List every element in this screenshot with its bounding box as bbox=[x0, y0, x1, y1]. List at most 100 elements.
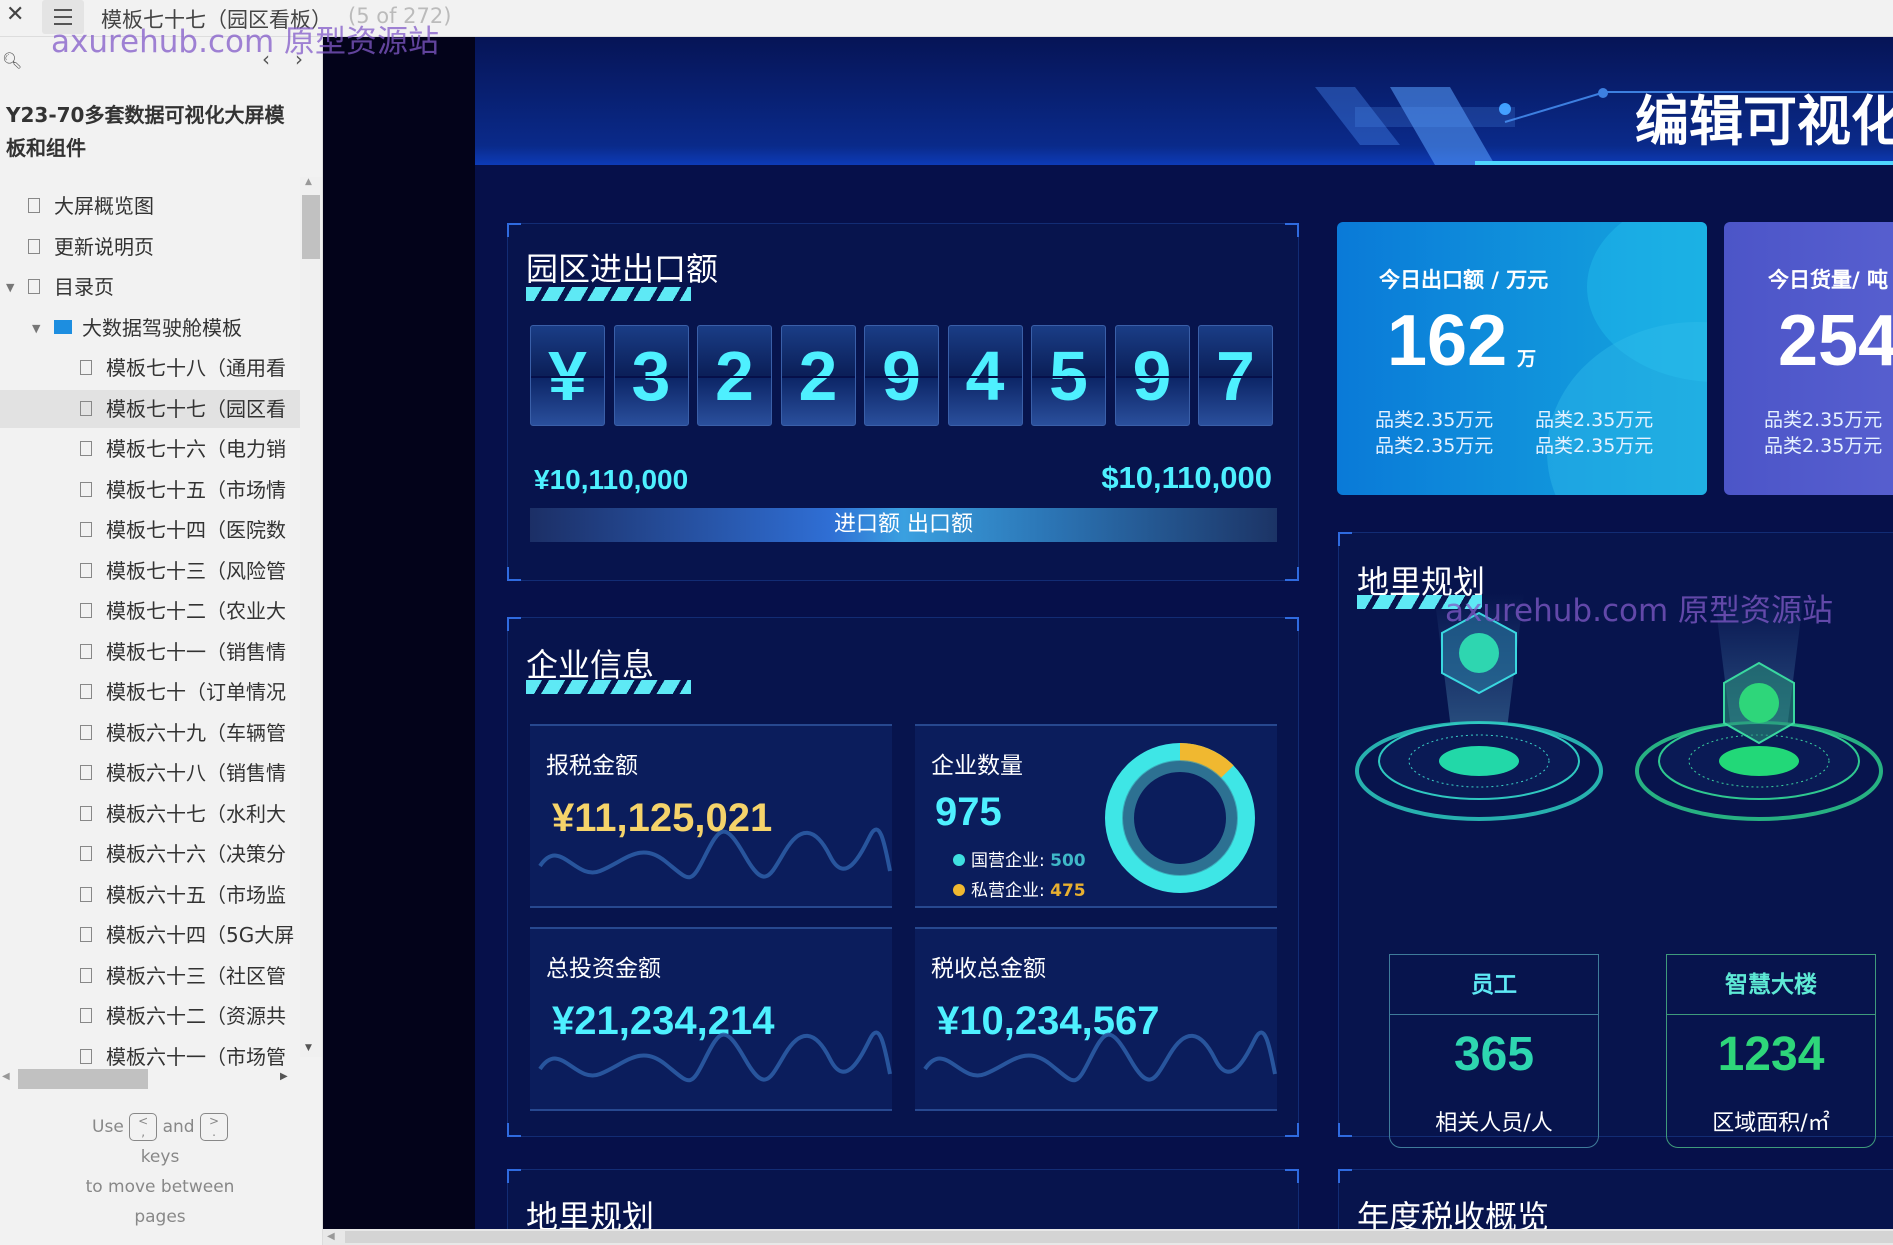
page-icon bbox=[28, 198, 40, 213]
tree-item[interactable]: 模板七十五（市场情 bbox=[0, 471, 300, 509]
help-text: to move between bbox=[85, 1177, 235, 1197]
tree-item[interactable]: 模板七十六（电力销 bbox=[0, 430, 300, 468]
tree-item[interactable]: ▼ 大数据驾驶舱模板 bbox=[0, 309, 300, 347]
tree-item[interactable]: 模板六十三（社区管 bbox=[0, 957, 300, 995]
staff-info-box: 员工 365 相关人员/人 bbox=[1389, 954, 1599, 1148]
legend-label: 国营企业: bbox=[971, 851, 1045, 871]
tree-item-label: 模板七十五（市场情 bbox=[106, 477, 286, 502]
tree-item[interactable]: 模板七十二（农业大 bbox=[0, 592, 300, 630]
title-stripe bbox=[526, 287, 691, 301]
page-icon bbox=[80, 967, 92, 983]
page-icon bbox=[80, 522, 92, 537]
sparkline bbox=[923, 1030, 1277, 1083]
page-icon bbox=[80, 441, 92, 456]
tree-item-label: 模板七十（订单情况 bbox=[106, 680, 286, 704]
card-item: 品类2.35万元 bbox=[1764, 409, 1883, 431]
search-icon[interactable]: 🔍︎ bbox=[2, 51, 22, 70]
panel-title: 园区进出口额 bbox=[526, 250, 719, 288]
page-icon bbox=[80, 360, 92, 375]
tree-item[interactable]: 模板六十四（5G大屏 bbox=[0, 916, 300, 954]
dashboard: 编辑可视化 园区进出口额 ¥3 2 2 9 4 5 9 7 ¥10,110,000 $10,1… bbox=[475, 37, 1893, 1229]
page-icon bbox=[28, 238, 40, 254]
tree-item[interactable]: 模板七十三（风险管 bbox=[0, 552, 300, 590]
export-today-card: 今日出口额 / 万元 162 万 品类2.35万元 品类2.35万元 品类2.35… bbox=[1337, 222, 1707, 495]
tree-item-label: 模板七十四（医院数 bbox=[106, 518, 286, 542]
geo-planning-panel-bottom: 地里规划 bbox=[507, 1169, 1299, 1229]
tree-item-label: 更新说明页 bbox=[54, 234, 154, 259]
scroll-right-arrow-icon[interactable]: ▶ bbox=[280, 1071, 288, 1082]
tree-item[interactable]: 模板六十二（资源共 bbox=[0, 997, 300, 1035]
vertical-scrollbar[interactable]: ▲ ▼ bbox=[300, 177, 322, 1057]
investment-label: 总投资金额 bbox=[546, 956, 661, 982]
title-stripe bbox=[526, 680, 691, 694]
tree-item[interactable]: 模板六十七（水利大 bbox=[0, 795, 300, 833]
next-key-icon: > . bbox=[199, 1113, 228, 1141]
tree-item[interactable]: 更新说明页 bbox=[0, 228, 300, 266]
legend-item: 私营企业: 475 bbox=[953, 876, 1086, 906]
tree-item[interactable]: 模板七十一（销售情 bbox=[0, 633, 300, 671]
scroll-up-arrow-icon[interactable]: ▲ bbox=[305, 177, 312, 187]
enterprise-count-card: 企业数量 975 国营企业: 500 私营企业: 475 bbox=[915, 724, 1277, 908]
count-value: 975 bbox=[935, 790, 1002, 834]
legend-label: 私营企业: bbox=[971, 881, 1045, 901]
count-label: 企业数量 bbox=[931, 753, 1023, 779]
page-icon bbox=[80, 886, 92, 902]
import-label: 进口额 bbox=[833, 512, 900, 537]
page-icon bbox=[80, 400, 92, 416]
horizontal-scrollbar[interactable]: ◀ ▶ bbox=[0, 1067, 323, 1089]
project-title: Y23-70多套数据可视化大屏模板和组件 bbox=[6, 103, 285, 160]
digit-box: 9 bbox=[864, 325, 939, 426]
pedestal-graphics bbox=[1355, 593, 1883, 821]
info-desc: 相关人员/人 bbox=[1435, 1111, 1553, 1136]
expand-arrow-icon[interactable]: ▼ bbox=[32, 310, 40, 347]
tree-item-label: 模板六十九（车辆管 bbox=[106, 720, 286, 745]
scroll-down-arrow-icon[interactable]: ▼ bbox=[305, 1043, 312, 1053]
page-icon bbox=[80, 765, 92, 780]
close-button[interactable]: ✕ bbox=[6, 2, 24, 27]
digit-box: 2 bbox=[780, 325, 856, 426]
scrollbar-thumb[interactable] bbox=[345, 1231, 1893, 1243]
tree-item-label: 模板七十七（园区看 bbox=[106, 396, 286, 421]
canvas-horizontal-scrollbar[interactable]: ◀ bbox=[323, 1229, 1893, 1245]
tree-item-label: 模板六十三（社区管 bbox=[106, 963, 286, 988]
digit-box: ¥ bbox=[530, 325, 605, 426]
tree-item[interactable]: 大屏概览图 bbox=[0, 187, 300, 225]
tree-item[interactable]: ▼ 目录页 bbox=[0, 268, 300, 306]
tree-item[interactable]: 模板六十九（车辆管 bbox=[0, 714, 300, 752]
sparkline bbox=[538, 1030, 892, 1083]
tree-item[interactable]: 模板七十七（园区看 bbox=[0, 389, 300, 428]
sidebar: 🔍︎ ‹ › Y23-70多套数据可视化大屏模板和组件 大屏概览图 更新说明页 ▼ 目… bbox=[0, 37, 323, 1245]
page-icon bbox=[80, 684, 92, 699]
legend-value: 475 bbox=[1050, 881, 1086, 901]
expand-arrow-icon[interactable]: ▼ bbox=[6, 269, 14, 306]
tree-item[interactable]: 模板六十八（销售情 bbox=[0, 754, 300, 792]
page-icon bbox=[80, 603, 92, 618]
export-value: $10,110,000 bbox=[1101, 460, 1272, 495]
card-label: 今日货量/ 吨 bbox=[1768, 268, 1888, 292]
dashboard-title: 编辑可视化 bbox=[1635, 90, 1893, 153]
scroll-left-arrow-icon[interactable]: ◀ bbox=[2, 1071, 10, 1082]
tree-item[interactable]: 模板六十五（市场监 bbox=[0, 876, 300, 914]
tax-card: 报税金额 ¥11,125,021 bbox=[530, 724, 892, 908]
scrollbar-thumb[interactable] bbox=[18, 1069, 148, 1089]
annual-tax-panel: 年度税收概览 bbox=[1338, 1169, 1893, 1229]
tree-item-label: 模板六十六（决策分 bbox=[106, 842, 286, 866]
tree-item[interactable]: 模板七十八（通用看 bbox=[0, 349, 300, 387]
page-icon bbox=[80, 927, 92, 942]
scrollbar-thumb[interactable] bbox=[302, 195, 320, 259]
investment-card: 总投资金额 ¥21,234,214 bbox=[530, 927, 892, 1111]
page-icon bbox=[80, 846, 92, 861]
tree-item-label: 大屏概览图 bbox=[54, 194, 154, 218]
keyboard-help: Use < , and > . keys to move between pag… bbox=[40, 1112, 280, 1232]
card-item: 品类2.35万元 bbox=[1375, 409, 1494, 431]
tree-item-label: 模板七十八（通用看 bbox=[106, 356, 286, 380]
tree-item[interactable]: 模板七十四（医院数 bbox=[0, 511, 300, 549]
import-export-bar: 进口额 出口额 bbox=[530, 508, 1277, 542]
watermark: axurehub.com 原型资源站 bbox=[1445, 593, 1834, 629]
card-value: 162 万 bbox=[1387, 301, 1537, 381]
scroll-left-arrow-icon[interactable]: ◀ bbox=[327, 1231, 335, 1242]
tree-item[interactable]: 模板六十六（决策分 bbox=[0, 835, 300, 873]
page-icon bbox=[80, 481, 92, 497]
tree-item[interactable]: 模板七十（订单情况 bbox=[0, 673, 300, 711]
digit-box: 3 bbox=[613, 325, 689, 426]
